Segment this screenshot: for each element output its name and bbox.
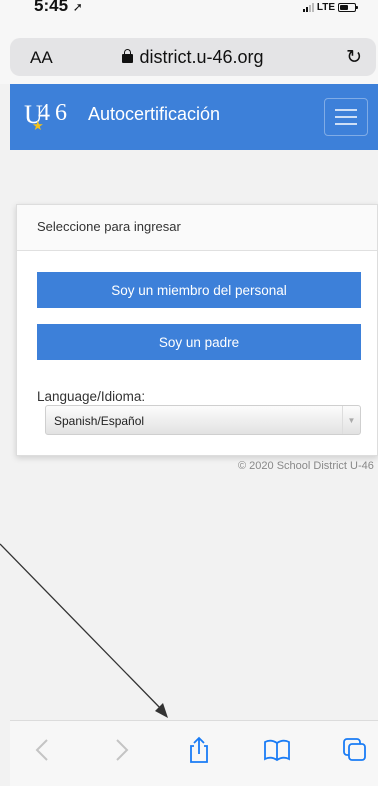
staff-member-button[interactable]: Soy un miembro del personal: [37, 272, 361, 308]
url-text: district.u-46.org: [139, 47, 264, 67]
star-icon: ★: [32, 118, 44, 133]
signal-icon: [302, 3, 314, 12]
share-icon[interactable]: [184, 735, 214, 765]
hamburger-icon[interactable]: [324, 98, 368, 136]
battery-icon: [338, 3, 358, 12]
status-time: 5:45 ➚: [34, 0, 83, 15]
lock-icon: [122, 49, 134, 63]
location-arrow-icon: ➚: [72, 0, 83, 14]
chevron-left-icon[interactable]: [28, 735, 58, 765]
status-indicators: LTE: [302, 2, 358, 13]
address-bar[interactable]: AA district.u-46.org ↻: [10, 38, 376, 76]
language-select[interactable]: Spanish/Español ▼: [45, 405, 361, 435]
chevron-down-icon: ▼: [342, 406, 360, 434]
district-logo[interactable]: U 4 6 ★: [24, 100, 70, 133]
tabs-icon[interactable]: [340, 735, 370, 765]
app-header: U 4 6 ★ Autocertificación: [10, 84, 378, 150]
login-card: Seleccione para ingresar Soy un miembro …: [16, 204, 378, 456]
card-header: Seleccione para ingresar: [17, 205, 377, 251]
chevron-right-icon[interactable]: [106, 735, 136, 765]
parent-button[interactable]: Soy un padre: [37, 324, 361, 360]
status-bar: 5:45 ➚ LTE: [0, 0, 378, 30]
language-label: Language/Idioma:: [37, 389, 146, 404]
reload-icon[interactable]: ↻: [346, 46, 362, 69]
browser-toolbar: [10, 720, 378, 786]
url-field[interactable]: district.u-46.org: [10, 47, 376, 68]
carrier-label: LTE: [316, 2, 335, 13]
language-selected-value: Spanish/Español: [54, 414, 145, 428]
copyright-text: © 2020 School District U-46: [238, 460, 374, 472]
book-icon[interactable]: [262, 735, 292, 765]
browser-address-area: AA district.u-46.org ↻: [0, 30, 378, 84]
app-title: Autocertificación: [88, 104, 221, 124]
